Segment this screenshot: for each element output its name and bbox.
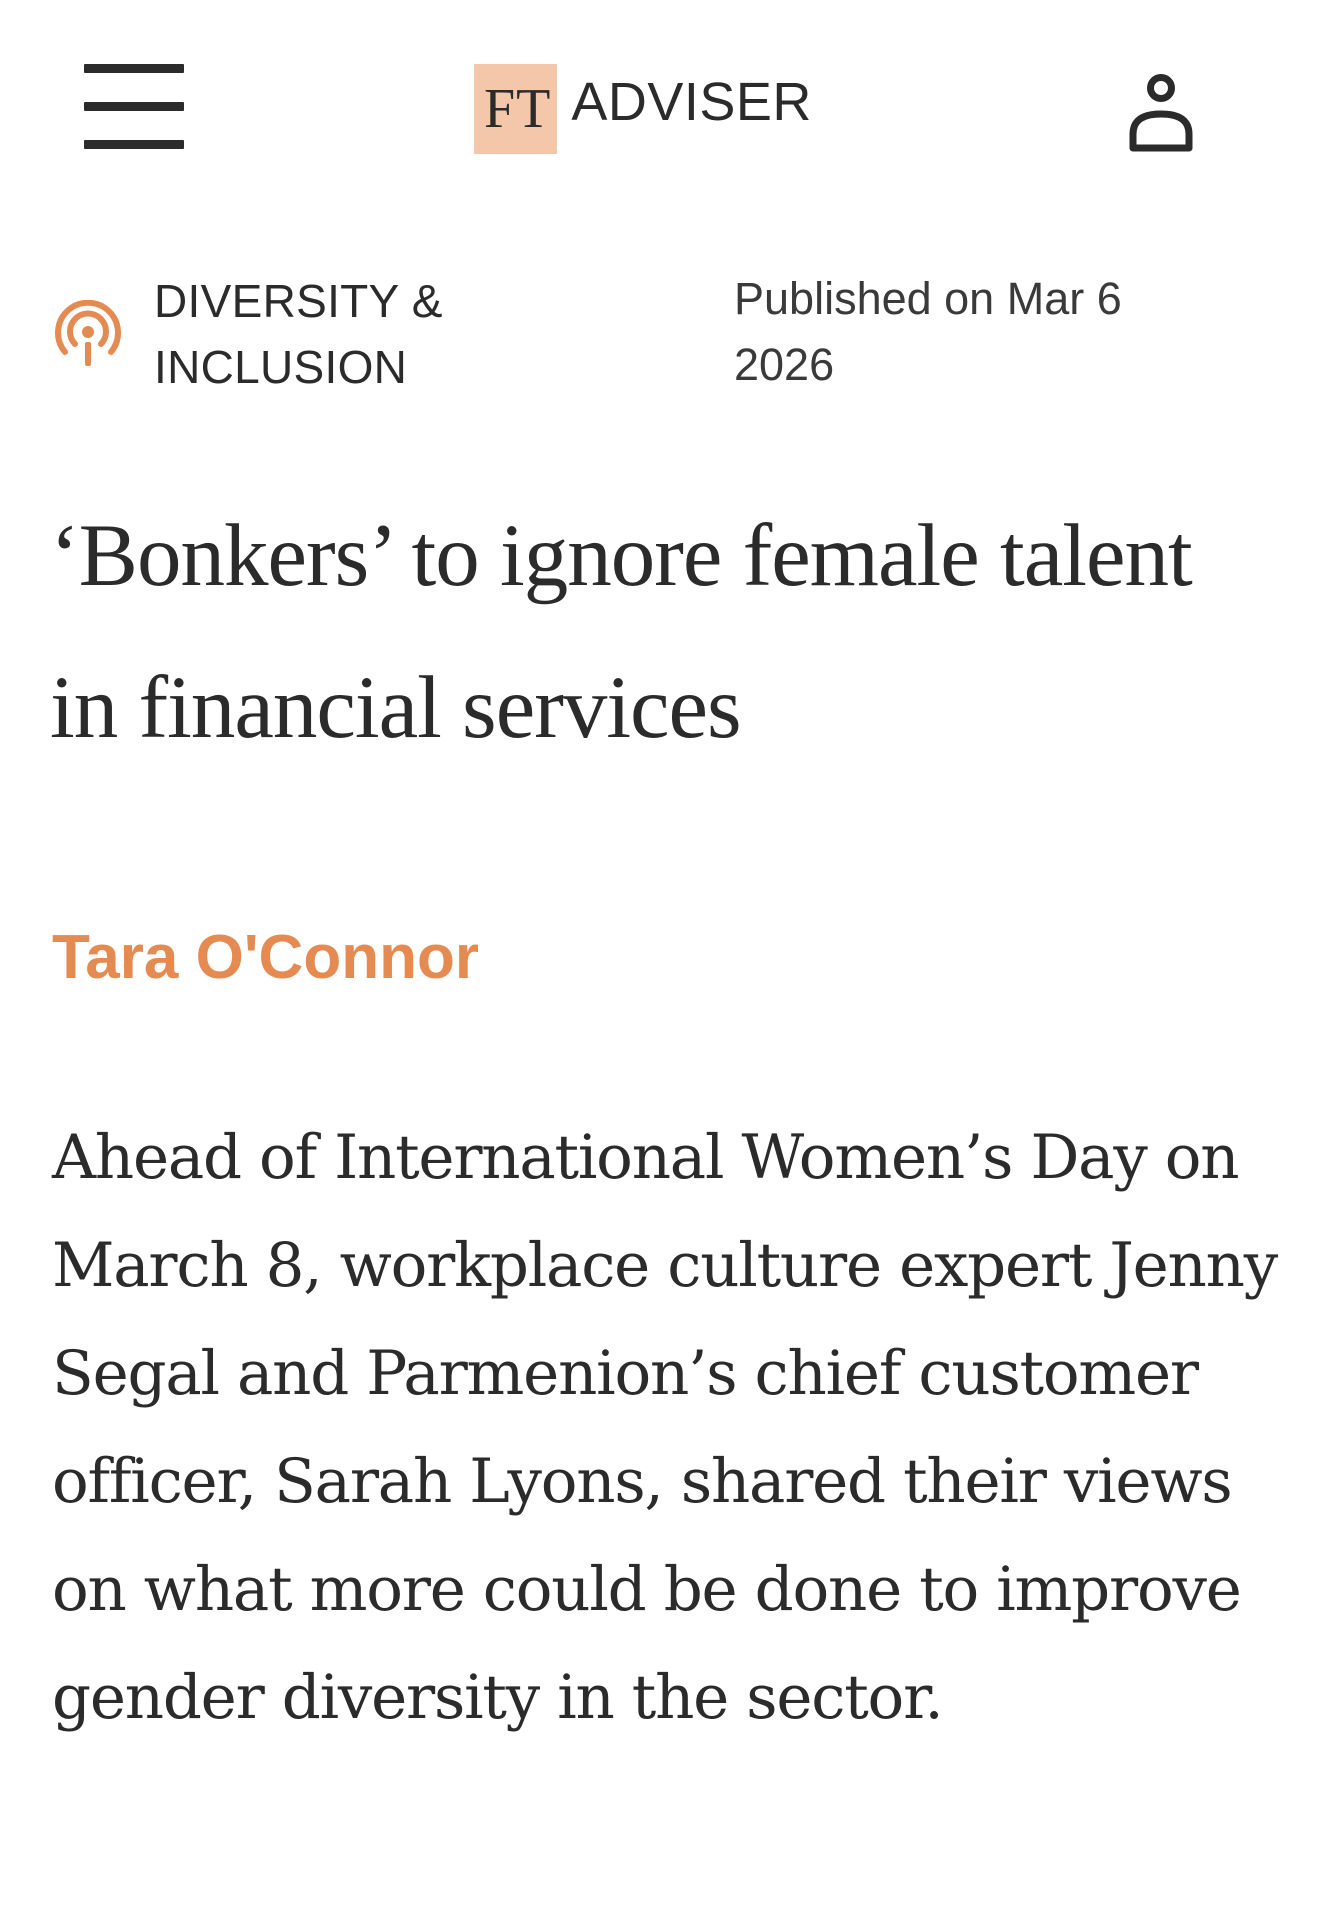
menu-line (84, 64, 184, 73)
user-account-icon[interactable] (1128, 74, 1194, 152)
category-link[interactable]: DIVERSITY & INCLUSION (52, 268, 482, 398)
user-icon-svg (1129, 74, 1193, 152)
category-label: DIVERSITY & INCLUSION (154, 275, 443, 393)
site-header: FT ADVISER (0, 0, 1333, 180)
author-link[interactable]: Tara O'Connor (52, 918, 479, 998)
logo-ft-mark: FT (474, 64, 558, 154)
article-standfirst: Ahead of International Women’s Day on Ma… (52, 1122, 1278, 1733)
logo-adviser-text: ADVISER (571, 72, 812, 132)
menu-line (84, 102, 184, 111)
article-headline: ‘Bonkers’ to ignore female talent in fin… (50, 507, 1193, 757)
hamburger-menu-icon[interactable] (84, 64, 184, 149)
podcast-broadcast-icon (55, 300, 121, 366)
menu-line (84, 140, 184, 149)
published-date: Published on Mar 6 2026 (734, 273, 1122, 390)
ft-adviser-logo[interactable]: FT ADVISER (474, 64, 812, 154)
